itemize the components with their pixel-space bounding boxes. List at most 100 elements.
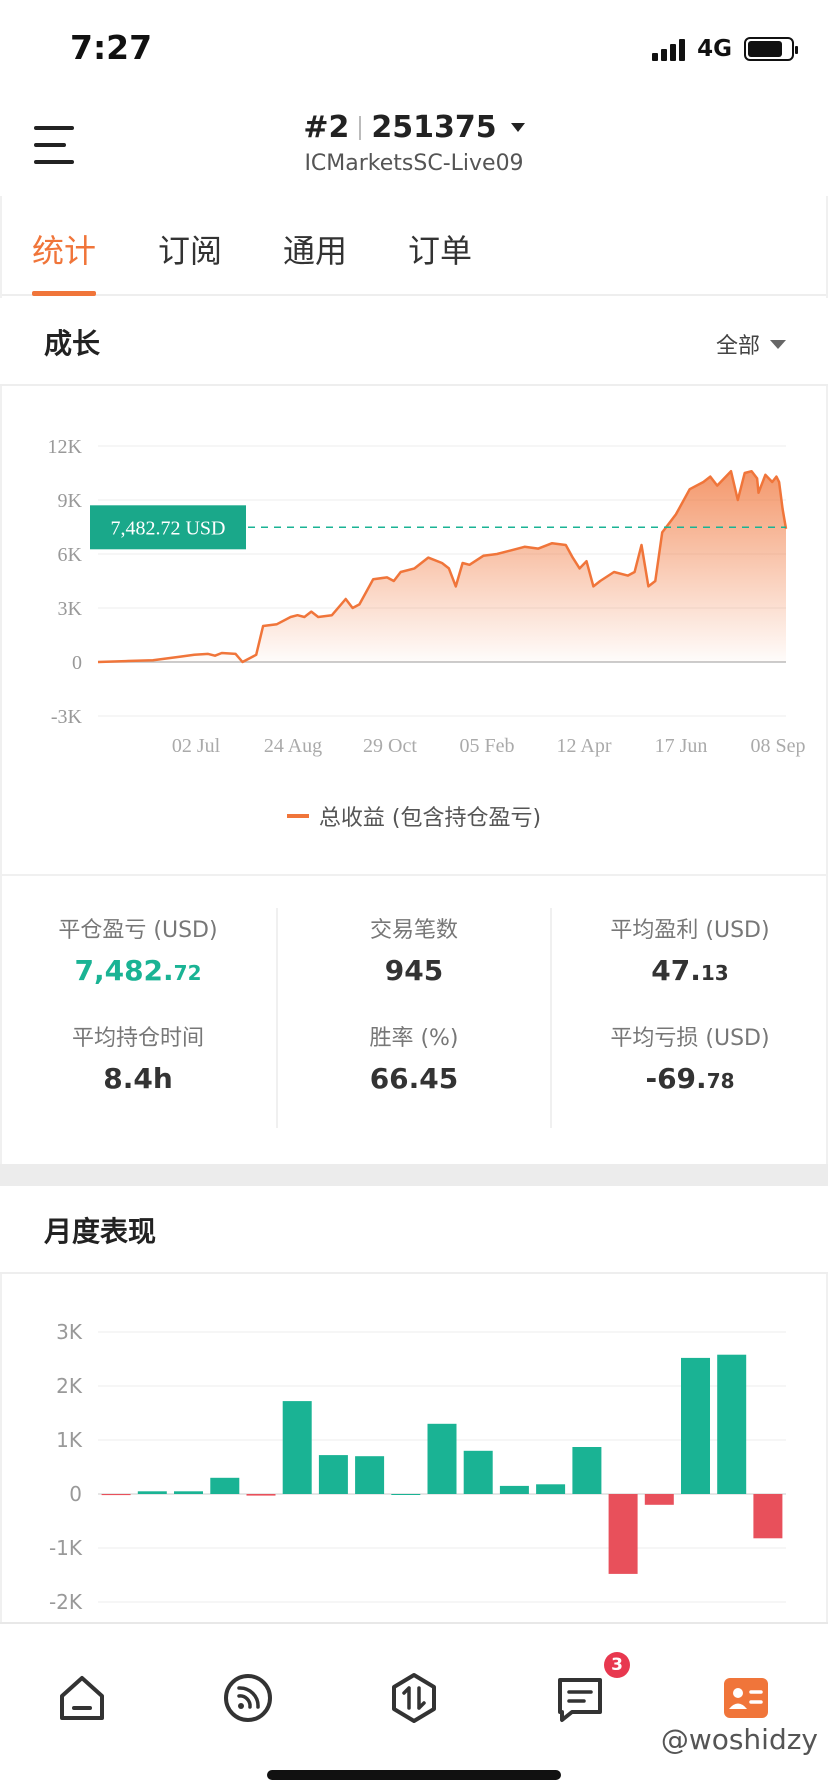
tab-general[interactable]: 通用 <box>283 226 347 272</box>
tab-bar: 统计 订阅 通用 订单 <box>0 196 828 296</box>
caret-down-icon <box>770 339 786 349</box>
stat-label: 平仓盈亏 (USD) <box>58 918 218 943</box>
divider <box>0 874 828 876</box>
tab-stats[interactable]: 统计 <box>32 226 96 272</box>
x-tick-label: 24 Aug <box>264 735 322 757</box>
battery-icon <box>744 37 798 61</box>
nav-trade[interactable] <box>384 1668 444 1728</box>
trade-icon <box>392 1673 436 1723</box>
nav-home[interactable] <box>52 1668 112 1728</box>
stat-trades: 交易笔数 945 <box>278 912 550 1016</box>
stats-grid: 平仓盈亏 (USD) 7,482.72 平均持仓时间 8.4h 交易笔数 945… <box>0 908 828 1128</box>
y-tick-label: 0 <box>72 652 82 674</box>
stat-closed-pnl: 平仓盈亏 (USD) 7,482.72 <box>0 912 276 1016</box>
x-tick-label: 17 Jun <box>655 735 708 757</box>
home-icon <box>60 1676 104 1720</box>
month-bar <box>137 1491 167 1494</box>
monthly-header: 月度表现 <box>0 1186 828 1274</box>
legend-swatch <box>286 814 309 818</box>
monthly-chart: 3K 2K 1K 0 -1K -2K <box>49 1320 786 1614</box>
month-bar <box>536 1484 566 1494</box>
app-header: #2 251375 ICMarketsSC-Live09 <box>0 96 828 196</box>
y-tick-label: 3K <box>56 1320 83 1344</box>
stat-value: 47.13 <box>651 954 729 987</box>
month-bar <box>681 1357 710 1494</box>
account-card-icon <box>724 1678 768 1718</box>
stat-label: 交易笔数 <box>369 918 458 943</box>
month-bar <box>318 1455 348 1494</box>
growth-header: 成长 全部 <box>0 298 828 386</box>
y-tick-label: 2K <box>56 1374 83 1398</box>
month-bar <box>717 1354 747 1494</box>
month-bar <box>246 1494 276 1496</box>
stat-label: 胜率 (%) <box>369 1026 459 1051</box>
x-tick-label: 05 Feb <box>460 735 515 757</box>
nav-feed[interactable] <box>218 1668 278 1728</box>
account-dropdown[interactable]: #2 251375 <box>303 110 525 145</box>
status-time: 7:27 <box>70 28 153 67</box>
server-name: ICMarketsSC-Live09 <box>304 151 524 176</box>
y-tick-label: 1K <box>56 1428 83 1452</box>
watermark: @woshidzy <box>660 1723 818 1756</box>
nav-account[interactable] <box>716 1668 776 1728</box>
tab-subscribe[interactable]: 订阅 <box>158 226 222 272</box>
account-id: 251375 <box>371 110 497 145</box>
growth-legend: 总收益 (包含持仓盈亏) <box>0 800 828 832</box>
network-type: 4G <box>697 36 732 62</box>
account-selector: #2 251375 ICMarketsSC-Live09 <box>0 110 828 176</box>
home-indicator[interactable] <box>267 1770 561 1780</box>
y-tick-label: 3K <box>58 598 83 620</box>
y-tick-label: -1K <box>49 1536 83 1560</box>
stat-avg-hold: 平均持仓时间 8.4h <box>0 1020 276 1124</box>
stat-value: 8.4h <box>103 1062 173 1095</box>
rss-icon <box>224 1674 272 1722</box>
month-bar <box>644 1494 674 1505</box>
month-bar <box>101 1494 131 1496</box>
stats-column: 交易笔数 945 胜率 (%) 66.45 <box>276 908 552 1128</box>
month-bar <box>608 1494 638 1574</box>
message-icon <box>558 1678 602 1722</box>
notification-badge: 3 <box>604 1652 630 1678</box>
pnl-reference-label: 7,482.72 USD <box>110 517 225 539</box>
x-tick-label: 08 Sep <box>751 735 806 757</box>
stat-value: 945 <box>384 954 444 987</box>
caret-down-icon <box>510 123 525 132</box>
growth-chart: 12K 9K 6K 3K 0 -3K 7,482.72 USD 02 Jul 24 Aug 2… <box>48 436 806 757</box>
stat-value: -69.78 <box>645 1062 735 1095</box>
stats-column: 平仓盈亏 (USD) 7,482.72 平均持仓时间 8.4h <box>0 908 276 1128</box>
x-tick-label: 02 Jul <box>172 735 221 757</box>
month-bar <box>753 1494 783 1539</box>
stat-avg-loss: 平均亏损 (USD) -69.78 <box>552 1020 828 1124</box>
month-bar <box>174 1491 203 1494</box>
legend-label: 总收益 (包含持仓盈亏) <box>318 806 542 831</box>
y-tick-label: 0 <box>69 1482 82 1506</box>
x-tick-label: 12 Apr <box>557 735 612 757</box>
stat-label: 平均持仓时间 <box>71 1026 204 1051</box>
x-tick-label: 29 Oct <box>363 735 417 757</box>
stat-value: 7,482.72 <box>74 954 202 987</box>
month-bar <box>355 1456 385 1494</box>
month-bar <box>499 1485 529 1494</box>
y-tick-label: -2K <box>49 1590 83 1614</box>
growth-title: 成长 <box>44 327 101 360</box>
stat-value: 66.45 <box>369 1062 459 1095</box>
account-number: #2 <box>303 110 350 145</box>
stats-column: 平均盈利 (USD) 47.13 平均亏损 (USD) -69.78 <box>552 908 828 1128</box>
status-bar: 7:27 4G <box>0 0 828 96</box>
month-bar <box>572 1447 602 1494</box>
y-tick-label: 9K <box>58 490 83 512</box>
status-icons: 4G <box>652 36 798 62</box>
monthly-title: 月度表现 <box>44 1215 157 1248</box>
y-tick-label: 6K <box>58 544 83 566</box>
month-bar <box>391 1494 421 1495</box>
stat-win-rate: 胜率 (%) 66.45 <box>278 1020 550 1124</box>
range-filter[interactable]: 全部 <box>716 328 786 360</box>
stat-label: 平均亏损 (USD) <box>610 1026 770 1051</box>
range-filter-label: 全部 <box>715 334 760 359</box>
active-tab-indicator <box>32 291 96 296</box>
nav-messages[interactable]: 3 <box>550 1652 630 1728</box>
month-bar <box>427 1423 457 1494</box>
month-bar <box>210 1477 240 1494</box>
tab-orders[interactable]: 订单 <box>408 226 472 272</box>
y-tick-label: 12K <box>48 436 83 458</box>
